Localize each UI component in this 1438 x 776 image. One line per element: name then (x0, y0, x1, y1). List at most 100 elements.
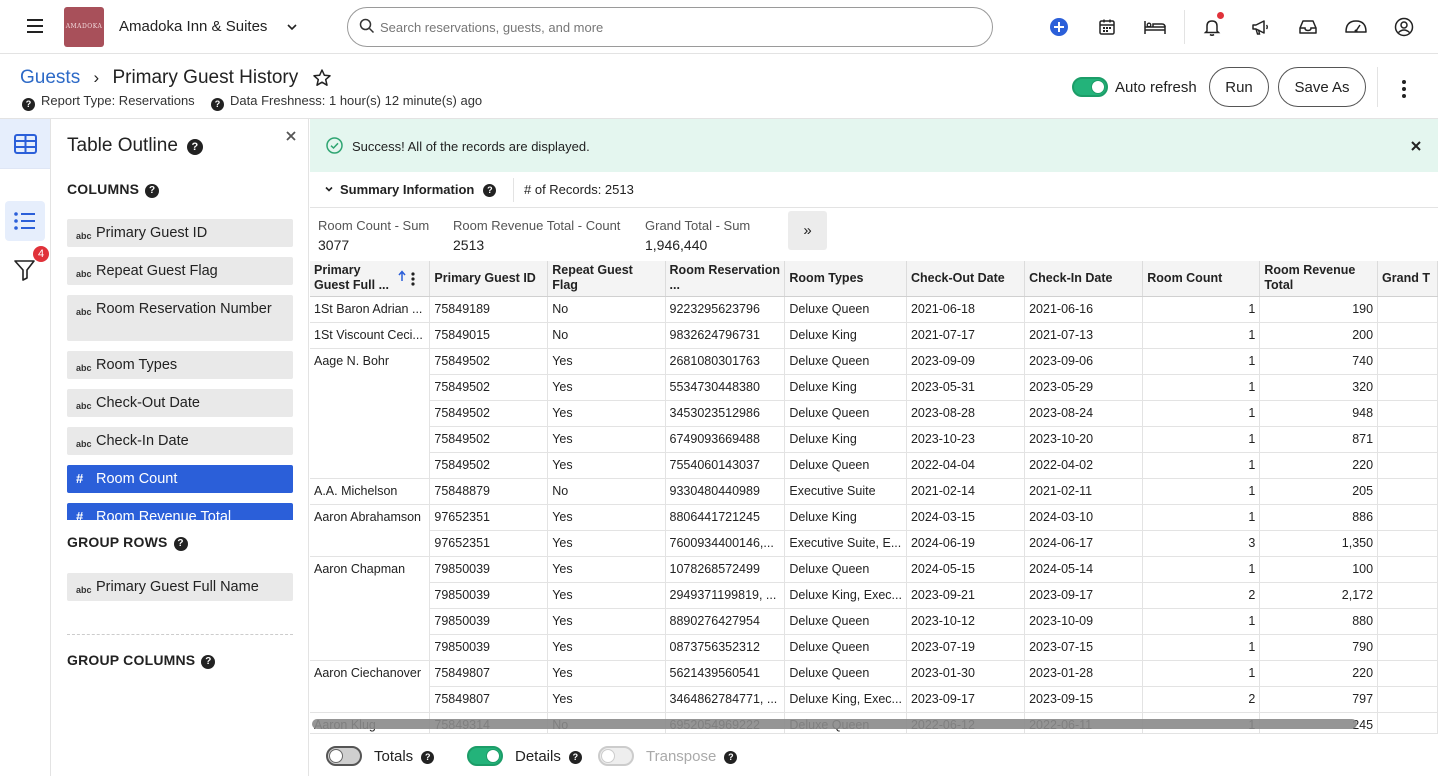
calendar-icon[interactable] (1095, 15, 1119, 39)
column-header[interactable]: Check-Out Date (906, 261, 1026, 297)
table-row[interactable]: A.A. Michelson 75848879 No 9330480440989 Exe… (310, 478, 1438, 505)
group-row-field[interactable]: abc Primary Guest Full Name (67, 573, 293, 601)
help-icon[interactable]: ? (211, 98, 224, 111)
favorite-star-icon[interactable] (312, 68, 332, 88)
table-cell: 2023-09-06 (1024, 348, 1144, 375)
notifications-bell-icon[interactable] (1200, 12, 1224, 39)
property-name[interactable]: Amadoka Inn & Suites (119, 18, 267, 35)
inbox-icon[interactable] (1296, 15, 1320, 39)
column-header[interactable]: Room Reservation ... (665, 261, 786, 297)
column-header[interactable]: Room Types (784, 261, 907, 297)
help-icon[interactable]: ? (568, 751, 582, 764)
summary-toggle[interactable]: Summary Information? (324, 182, 497, 197)
column-field[interactable]: abc Room Types (67, 351, 293, 379)
filter-icon[interactable]: 4 (13, 246, 49, 282)
table-row[interactable]: 1St Viscount Ceci... 75849015 No 9832624796… (310, 322, 1438, 349)
table-row[interactable]: Aage N. Bohr 75849502 Yes 2681080301763 Delu… (310, 348, 1438, 375)
column-field-selected[interactable]: # Room Revenue Total (67, 503, 293, 520)
breadcrumb-guests-link[interactable]: Guests (20, 67, 80, 88)
alert-message: Success! All of the records are displaye… (352, 139, 590, 154)
more-options-icon[interactable] (1398, 78, 1410, 100)
table-row[interactable]: 75849502 Yes 6749093669488 Deluxe King 2023-… (310, 426, 1438, 453)
data-freshness: ? Data Freshness: 1 hour(s) 12 minute(s) … (211, 93, 482, 111)
table-cell: Deluxe King (784, 426, 907, 453)
horizontal-scrollbar[interactable] (312, 719, 1357, 729)
table-cell (310, 530, 431, 557)
column-field[interactable]: abc Check-In Date (67, 427, 293, 455)
bed-icon[interactable] (1142, 15, 1168, 39)
help-icon[interactable]: ? (724, 751, 738, 764)
column-header[interactable]: Room Count (1142, 261, 1261, 297)
table-cell: 2024-03-10 (1024, 504, 1144, 531)
column-field-selected[interactable]: # Room Count (67, 465, 293, 493)
table-row[interactable]: 75849807 Yes 3464862784771, ... Deluxe King… (310, 686, 1438, 713)
table-row[interactable]: Aaron Abrahamson 97652351 Yes 8806441721245… (310, 504, 1438, 531)
hamburger-menu-icon[interactable] (27, 19, 43, 33)
table-row[interactable]: Aaron Ciechanover 75849807 Yes 562143956054… (310, 660, 1438, 687)
table-row[interactable]: 75849502 Yes 3453023512986 Deluxe Queen 2023… (310, 400, 1438, 427)
help-icon[interactable]: ? (145, 184, 160, 198)
add-new-icon[interactable] (1047, 15, 1071, 39)
search-input[interactable] (347, 7, 993, 47)
totals-toggle[interactable] (326, 746, 362, 766)
megaphone-icon[interactable] (1248, 15, 1272, 39)
column-field[interactable]: abc Check-Out Date (67, 389, 293, 417)
run-button[interactable]: Run (1209, 67, 1269, 107)
column-header[interactable]: Check-In Date (1024, 261, 1144, 297)
chevron-down-icon[interactable] (285, 20, 299, 34)
help-icon[interactable]: ? (173, 537, 188, 551)
table-row[interactable]: 97652351 Yes 7600934400146,... Executive Su… (310, 530, 1438, 557)
records-count: # of Records: 2513 (524, 182, 634, 197)
close-alert-icon[interactable] (1409, 139, 1423, 153)
table-cell: 5621439560541 (665, 660, 786, 687)
table-cell: Deluxe Queen (784, 452, 907, 479)
table-cell-overflow (1377, 582, 1438, 609)
help-icon[interactable]: ? (483, 184, 497, 197)
column-header-label: Primary Guest Full ... (314, 263, 390, 293)
save-as-button[interactable]: Save As (1278, 67, 1366, 107)
column-header[interactable]: Primary Guest Full ... (310, 261, 431, 297)
table-cell: 1 (1142, 426, 1261, 453)
table-cell-overflow (1377, 374, 1438, 401)
column-field[interactable]: abc Room Reservation Number (67, 295, 293, 341)
transpose-toggle[interactable] (598, 746, 634, 766)
table-row[interactable]: 75849502 Yes 7554060143037 Deluxe Queen 2022… (310, 452, 1438, 479)
close-panel-icon[interactable] (284, 129, 298, 143)
expand-summary-button[interactable]: » (788, 211, 827, 250)
table-row[interactable]: 75849502 Yes 5534730448380 Deluxe King 2023-… (310, 374, 1438, 401)
details-toggle[interactable] (467, 746, 503, 766)
table-outline-list-icon[interactable] (5, 201, 45, 241)
help-icon[interactable]: ? (22, 98, 35, 111)
property-logo[interactable]: AMADOKA (64, 7, 104, 47)
column-header[interactable]: Room Revenue Total (1259, 261, 1379, 297)
table-cell-overflow (1377, 426, 1438, 453)
performance-gauge-icon[interactable] (1342, 15, 1370, 39)
table-view-tab[interactable] (0, 119, 50, 169)
table-cell (310, 452, 431, 479)
table-row[interactable]: 1St Baron Adrian ... 75849189 No 9223295623… (310, 296, 1438, 323)
column-header[interactable]: Repeat Guest Flag (547, 261, 666, 297)
table-cell: 2021-02-11 (1024, 478, 1144, 505)
column-field[interactable]: abc Primary Guest ID (67, 219, 293, 247)
column-header[interactable]: Primary Guest ID (429, 261, 549, 297)
column-header[interactable]: Grand T (1377, 261, 1438, 297)
sort-ascending-icon[interactable] (397, 270, 407, 286)
metric-value: 3077 (318, 237, 350, 253)
help-icon[interactable]: ? (201, 655, 216, 669)
table-cell: 75849189 (429, 296, 549, 323)
data-freshness-text: Data Freshness: 1 hour(s) 12 minute(s) a… (230, 93, 483, 108)
column-field[interactable]: abc Repeat Guest Flag (67, 257, 293, 285)
user-account-icon[interactable] (1392, 15, 1416, 39)
column-field-label: Room Types (96, 357, 178, 373)
text-type-icon: abc (76, 363, 92, 373)
table-cell: Yes (547, 608, 666, 635)
table-row[interactable]: Aaron Chapman 79850039 Yes 1078268572499 Del… (310, 556, 1438, 583)
column-menu-icon[interactable] (411, 272, 415, 290)
table-row[interactable]: 79850039 Yes 8890276427954 Deluxe Queen 2023… (310, 608, 1438, 635)
table-cell: 2 (1142, 582, 1261, 609)
help-icon[interactable]: ? (421, 751, 435, 764)
table-row[interactable]: 79850039 Yes 2949371199819, ... Deluxe King… (310, 582, 1438, 609)
help-icon[interactable]: ? (186, 139, 203, 155)
auto-refresh-toggle[interactable] (1072, 77, 1108, 97)
table-row[interactable]: 79850039 Yes 0873756352312 Deluxe Queen 2023… (310, 634, 1438, 661)
